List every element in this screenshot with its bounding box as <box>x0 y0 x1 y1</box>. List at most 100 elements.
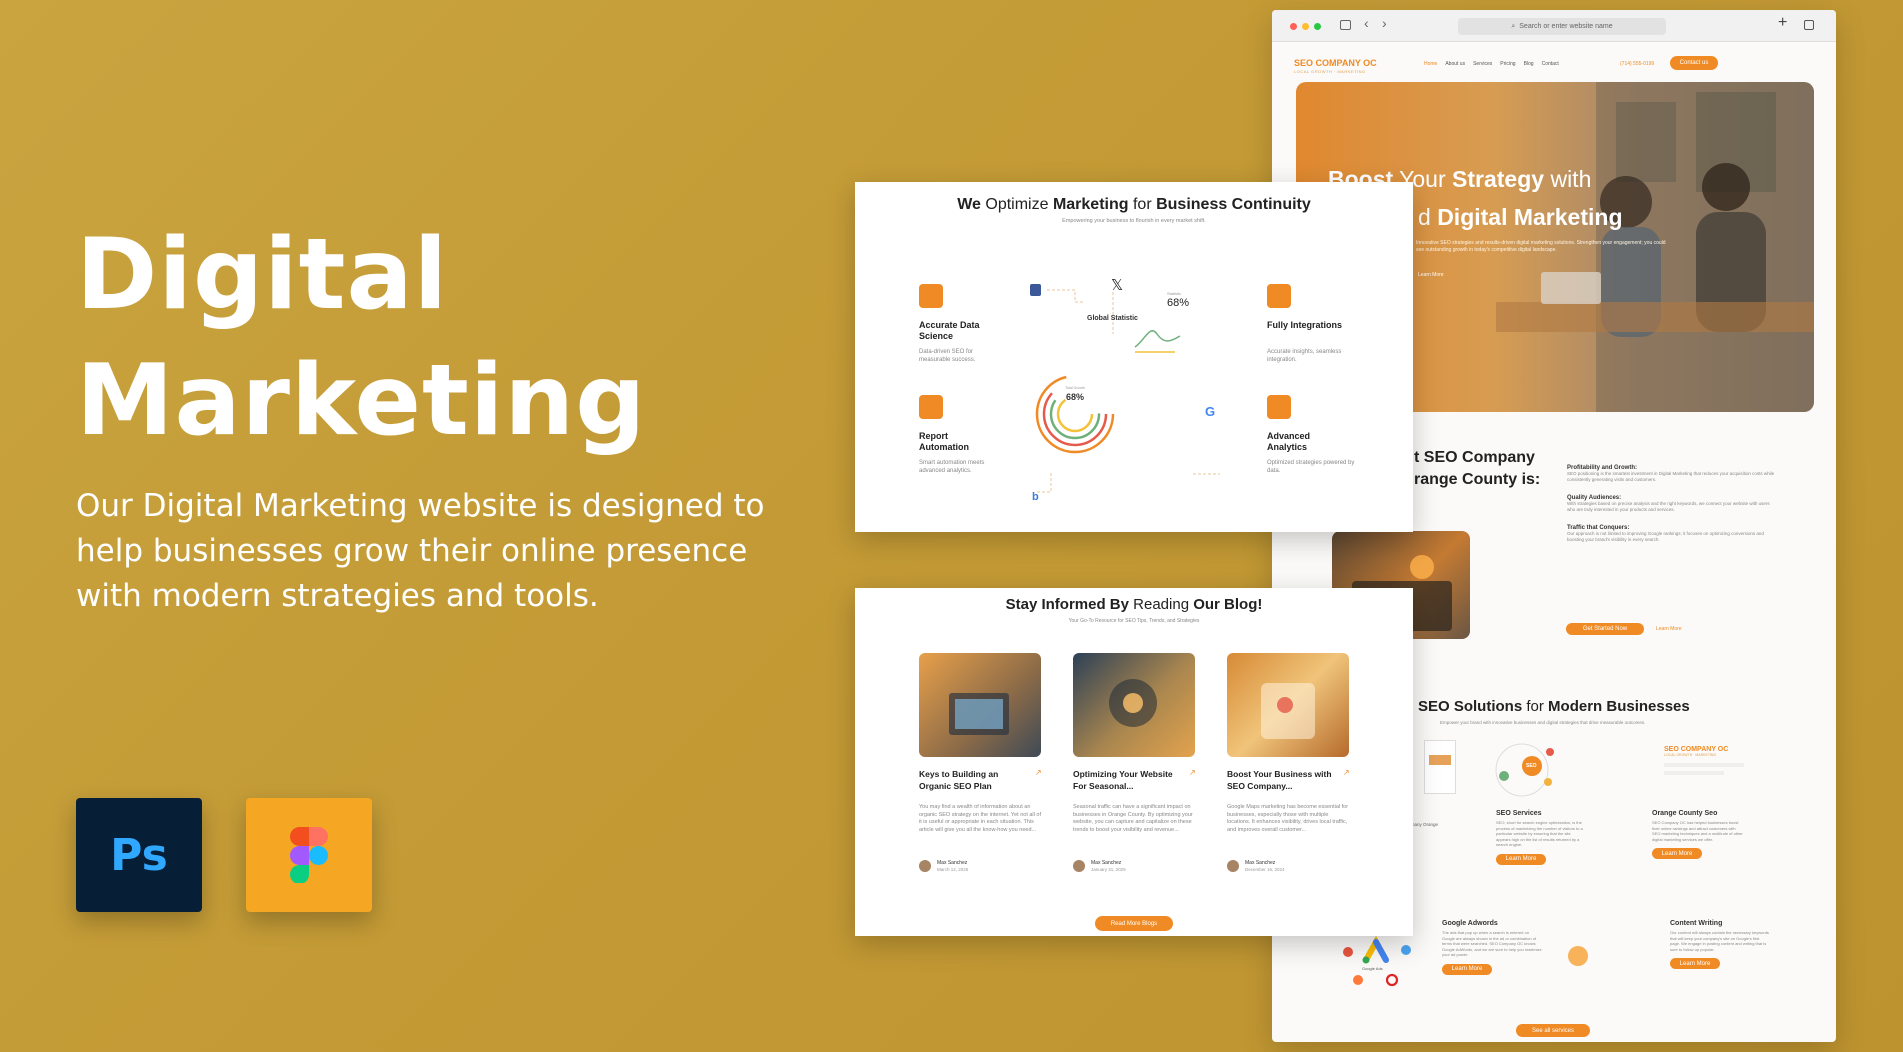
features-title-we: We <box>957 196 981 213</box>
nav-blog[interactable]: Blog <box>1524 61 1534 67</box>
google-ads-label: Google Ads <box>1362 966 1383 971</box>
hero-word-strategy: Strategy <box>1452 166 1545 192</box>
hero-word-digital-marketing: Digital Marketing <box>1437 204 1623 230</box>
service-learn-more-button[interactable]: Learn More <box>1496 853 1546 865</box>
blog-post-image[interactable] <box>919 653 1041 757</box>
blog-post-excerpt: Seasonal traffic can have a significant … <box>1073 804 1193 833</box>
solutions-title-bold1: SEO Solutions <box>1418 698 1523 715</box>
service-learn-more-button[interactable]: Learn More <box>1442 963 1492 975</box>
service-learn-more-button[interactable]: Learn More <box>1670 958 1720 969</box>
site-phone[interactable]: (714) 555-0199 <box>1620 61 1654 67</box>
feature-text: Data-driven SEO for measurable success. <box>919 349 976 363</box>
sidebar-icon[interactable] <box>1340 20 1351 30</box>
about-item-text: With strategies based on precise analysi… <box>1567 501 1770 512</box>
about-item: Profitability and Growth: SEO positionin… <box>1567 465 1777 483</box>
blog-post-title[interactable]: Boost Your Business with SEO Company... <box>1227 768 1345 792</box>
hero-title-line2: Marketing <box>76 344 647 458</box>
back-icon[interactable]: ‹ <box>1364 15 1369 31</box>
blog-post-author: Max Sanchez <box>1091 860 1122 866</box>
service-title: SEO Services <box>1496 810 1542 817</box>
google-icon: G <box>1205 404 1215 419</box>
service-text: The ads that pop up when a search is ent… <box>1442 930 1542 957</box>
feature-text: Optimized strategies powered by data. <box>1267 460 1355 474</box>
partial-service-text: pany Orange <box>1412 822 1439 827</box>
solutions-title-bold2: Modern Businesses <box>1548 698 1690 715</box>
site-logo-sub: LOCAL GROWTH · MARKETING <box>1294 69 1366 74</box>
nav-home[interactable]: Home <box>1424 61 1437 67</box>
nav-about[interactable]: About us <box>1445 61 1465 67</box>
search-icon: ⌕ <box>1511 22 1516 30</box>
features-subtitle: Empowering your business to flourish in … <box>1062 218 1206 224</box>
tabs-overview-icon[interactable] <box>1804 20 1814 30</box>
read-more-blogs-button[interactable]: Read More Blogs <box>1095 916 1173 931</box>
blog-post-image[interactable] <box>1073 653 1195 757</box>
features-title-optimize: Optimize <box>980 196 1053 213</box>
service-card: SEO Services SEO, short for search engin… <box>1496 810 1586 865</box>
seo-badge-label: SEO <box>1526 763 1537 769</box>
solutions-subtitle: Empower your brand with innovative busin… <box>1440 720 1646 725</box>
features-title-continuity: Business Continuity <box>1156 196 1311 213</box>
features-card: We Optimize Marketing for Business Conti… <box>855 182 1413 532</box>
content-icon <box>1568 946 1588 966</box>
stat-small-label: Statistic <box>1167 291 1182 296</box>
blog-post-title[interactable]: Optimizing Your Website For Seasonal... <box>1073 768 1183 792</box>
blog-post-date: December 16, 2024 <box>1245 867 1285 872</box>
service-text: SEO, short for search engine optimizatio… <box>1496 820 1583 847</box>
solutions-title: SEO Solutions for Modern Businesses <box>1418 698 1690 715</box>
seo-network-icon <box>1495 743 1554 797</box>
features-title-marketing: Marketing <box>1052 196 1129 213</box>
seo-doc-illustration <box>1424 740 1456 794</box>
blog-image-1-art <box>949 693 1009 735</box>
service-card: Orange County Seo SEO Company OC has hel… <box>1652 810 1744 859</box>
site-logo[interactable]: SEO COMPANY OC <box>1294 58 1377 68</box>
blog-image-3-art <box>1261 683 1315 739</box>
hero-learn-more[interactable]: Learn More <box>1418 272 1444 278</box>
nav-contact[interactable]: Contact <box>1542 61 1559 67</box>
service-learn-more-button[interactable]: Learn More <box>1652 848 1702 859</box>
facebook-icon <box>1030 284 1041 296</box>
blog-post-image[interactable] <box>1227 653 1349 757</box>
arrow-icon[interactable]: ↗ <box>1189 768 1196 777</box>
about-list: Profitability and Growth: SEO positionin… <box>1567 465 1777 543</box>
feature-text: Accurate insights, seamless integration. <box>1267 349 1342 363</box>
get-started-button[interactable]: Get Started Now <box>1566 623 1644 635</box>
see-all-services-button[interactable]: See all services <box>1516 1024 1590 1037</box>
about-item: Traffic that Conquers: Our approach is n… <box>1567 525 1777 543</box>
about-item-text: Our approach is not limited to improving… <box>1567 531 1764 542</box>
close-dot-icon[interactable] <box>1290 23 1297 30</box>
blog-title-part1: Stay Informed By <box>1005 596 1129 613</box>
service-title: Content Writing <box>1670 920 1723 927</box>
report-automation-icon <box>919 395 943 419</box>
nav-pricing[interactable]: Pricing <box>1500 61 1515 67</box>
blog-subtitle: Your Go-To Resource for SEO Tips, Trends… <box>1068 618 1200 624</box>
blog-post-title[interactable]: Keys to Building an Organic SEO Plan <box>919 768 1023 792</box>
blog-post-date: March 12, 2025 <box>937 867 969 872</box>
oc-logo-sub: LOCAL GROWTH · MARKETING <box>1664 753 1717 757</box>
service-card: Content Writing Our content will always … <box>1670 920 1770 969</box>
about-title-line2: range County is: <box>1414 471 1541 488</box>
ring-label: Total Growth <box>1065 386 1085 390</box>
hero-description: Our Digital Marketing website is designe… <box>76 488 765 614</box>
blog-post-author: Max Sanchez <box>937 860 968 866</box>
new-tab-icon[interactable]: + <box>1778 14 1787 32</box>
oc-logo-illustration: SEO COMPANY OC LOCAL GROWTH · MARKETING <box>1664 746 1760 796</box>
blog-image-2-art <box>1109 679 1157 727</box>
arrow-icon[interactable]: ↗ <box>1343 768 1350 777</box>
ring-value: 68% <box>1065 392 1084 402</box>
features-title-for: for <box>1128 196 1157 213</box>
nav-services[interactable]: Services <box>1473 61 1492 67</box>
minimize-dot-icon[interactable] <box>1302 23 1309 30</box>
feature-title: Advanced Analytics <box>1267 431 1311 452</box>
solutions-title-for: for <box>1522 698 1549 715</box>
about-item-text: SEO positioning is the smartest investme… <box>1567 471 1775 482</box>
feature-title: Accurate Data Science <box>919 320 980 341</box>
address-bar[interactable]: ⌕ Search or enter website name <box>1458 18 1666 35</box>
arrow-icon[interactable]: ↗ <box>1035 768 1042 777</box>
contact-button[interactable]: Contact us <box>1670 56 1718 70</box>
avatar <box>1227 860 1239 872</box>
maximize-dot-icon[interactable] <box>1314 23 1321 30</box>
site-navbar: SEO COMPANY OC LOCAL GROWTH · MARKETING … <box>1272 42 1836 84</box>
x-twitter-icon: 𝕏 <box>1111 276 1123 294</box>
forward-icon[interactable]: › <box>1382 15 1387 31</box>
about-learn-more[interactable]: Learn More <box>1656 626 1682 632</box>
